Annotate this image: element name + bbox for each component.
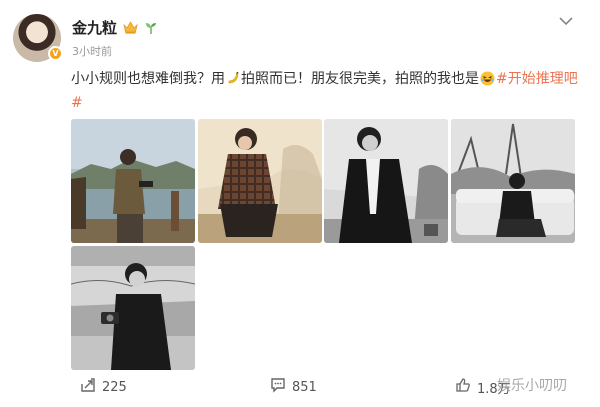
verified-badge-icon: V bbox=[48, 46, 63, 61]
post-text-part1: 小小规则也想难倒我？用 bbox=[71, 71, 225, 87]
post-timestamp[interactable]: 3小时前 bbox=[72, 43, 112, 59]
crown-icon[interactable] bbox=[123, 21, 138, 34]
thumbs-up-icon bbox=[455, 377, 471, 397]
comment-icon bbox=[270, 377, 286, 397]
post-photo-2[interactable] bbox=[198, 119, 322, 243]
author-row: 金九粒 bbox=[72, 17, 158, 38]
post-photo-1[interactable] bbox=[71, 119, 195, 243]
banana-icon bbox=[226, 69, 240, 84]
chevron-down-icon[interactable] bbox=[558, 12, 574, 26]
repost-icon bbox=[80, 377, 96, 397]
post-photo-3[interactable] bbox=[324, 119, 448, 243]
source-watermark: 娱乐小叨叨 bbox=[497, 378, 567, 394]
comment-button[interactable]: 851 bbox=[270, 372, 317, 402]
repost-button[interactable]: 225 bbox=[80, 372, 127, 402]
post-photo-4[interactable] bbox=[451, 119, 575, 243]
weibo-post-card: V 金九粒 3小时前 小小规则也想难倒我？用 拍照而已！朋友很完美，拍照的我也是 #… bbox=[0, 0, 600, 407]
post-photo-5[interactable] bbox=[71, 246, 195, 370]
post-text-part2: 拍照而已！朋友很完美，拍照的我也是 bbox=[241, 71, 479, 87]
laugh-emoji-icon bbox=[480, 70, 495, 86]
author-name[interactable]: 金九粒 bbox=[72, 17, 117, 38]
repost-count: 225 bbox=[102, 379, 127, 395]
post-body: 小小规则也想难倒我？用 拍照而已！朋友很完美，拍照的我也是 #开始推理吧# bbox=[71, 67, 581, 115]
sprout-icon[interactable] bbox=[144, 21, 158, 35]
comment-count: 851 bbox=[292, 379, 317, 395]
